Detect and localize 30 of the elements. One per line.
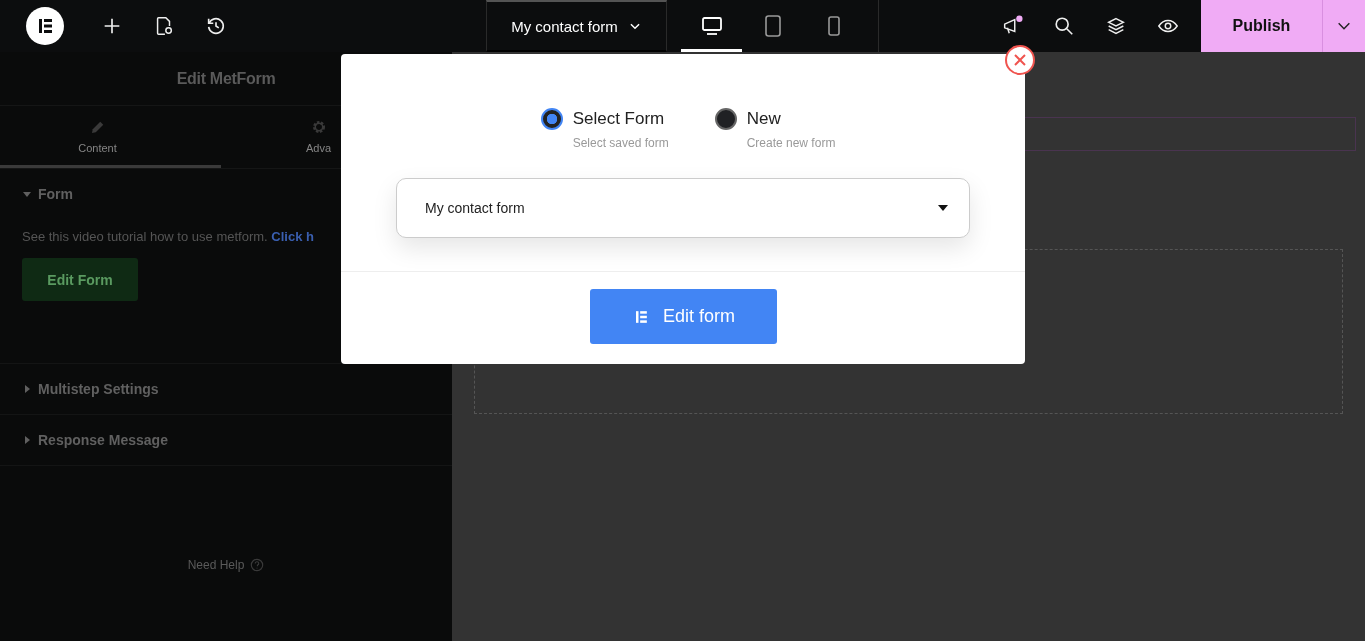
panel-tab[interactable]: Adva [221,106,442,168]
section-header[interactable]: Form [22,186,73,202]
publish-button[interactable]: Publish [1201,0,1322,52]
close-button[interactable] [1005,45,1035,75]
edit-form-button[interactable]: Edit Form [22,258,138,301]
layers-icon[interactable] [1105,15,1127,37]
caret-down-icon [937,204,949,212]
option-label[interactable]: Select Form [572,109,669,129]
option-label[interactable]: New [746,109,836,129]
caret-icon [22,435,32,445]
radio-button[interactable] [540,108,563,130]
document-dropdown[interactable]: My contact form [486,0,667,52]
panel-title: Edit MetForm [176,69,276,88]
help-link[interactable]: Need Help [187,558,245,572]
caret-icon [22,189,32,199]
radio-button[interactable] [714,108,737,130]
logo-icon[interactable] [26,7,64,45]
desktop-icon [699,14,724,38]
caret-icon [22,384,32,394]
close-icon [1012,52,1028,68]
section-header[interactable]: Response Message [22,432,168,448]
edit-form-button[interactable]: Edit form [589,289,777,344]
search-icon[interactable] [1053,15,1075,37]
history-icon[interactable] [205,15,227,37]
option-hint: Select saved form [572,136,669,150]
option-hint: Create new form [746,136,836,150]
panel-tab[interactable]: Content [0,106,221,168]
section-header[interactable]: Multistep Settings [22,381,159,397]
tutorial-link[interactable]: Click h [271,229,314,244]
form-select[interactable]: My contact form [396,178,970,238]
